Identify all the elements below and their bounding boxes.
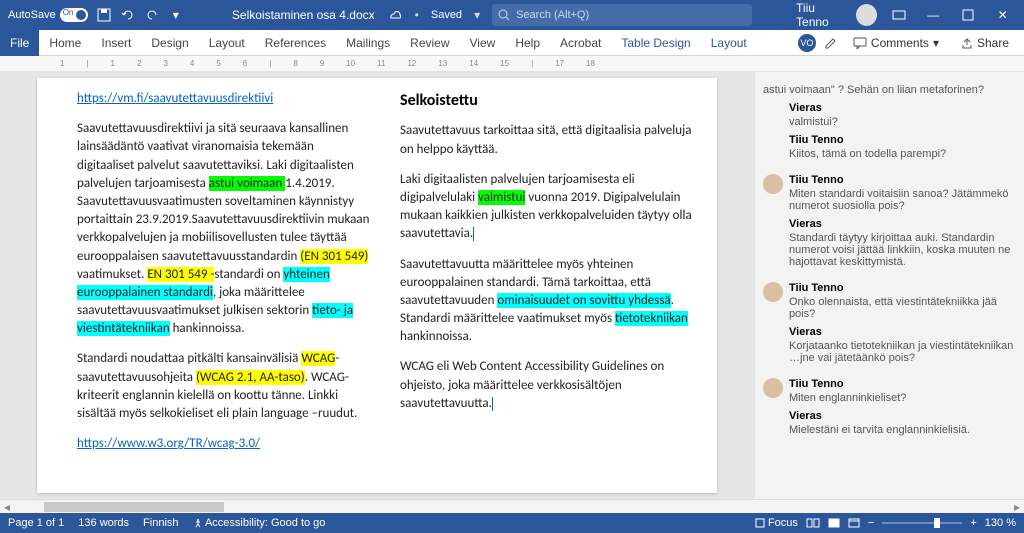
tab-layout[interactable]: Layout [199, 30, 255, 56]
save-icon[interactable] [96, 7, 112, 23]
comment-thread-2[interactable]: Tiiu Tenno Onko olennaista, että viestin… [763, 282, 1016, 364]
saved-label: Saved [431, 9, 462, 21]
left-column: https://vm.fi/saavutettavuusdirektiivi S… [77, 90, 374, 473]
share-button[interactable]: Share [954, 33, 1016, 53]
zoom-slider[interactable] [882, 522, 962, 524]
status-page[interactable]: Page 1 of 1 [8, 517, 64, 529]
view-web-icon[interactable] [848, 518, 860, 528]
scrollbar-track[interactable] [14, 502, 1010, 512]
hl-valmistui: valmistui [478, 190, 525, 205]
tab-references[interactable]: References [255, 30, 336, 56]
statusbar: Page 1 of 1 136 words Finnish Accessibil… [0, 513, 1024, 533]
autosave-toggle[interactable]: AutoSave On [8, 8, 88, 22]
vo-badge[interactable]: VO [798, 34, 816, 52]
cloud-icon [387, 7, 403, 23]
tab-help[interactable]: Help [505, 30, 550, 56]
focus-mode[interactable]: Focus [755, 517, 798, 529]
user-name[interactable]: Tiiu Tenno [796, 1, 848, 29]
ribbon: File Home Insert Design Layout Reference… [0, 30, 1024, 56]
status-lang[interactable]: Finnish [143, 517, 178, 529]
hl-en301549a: (EN 301 549) [300, 249, 368, 264]
text-caret [473, 227, 474, 241]
hl-wcag: WCAG [301, 351, 335, 366]
titlebar: AutoSave On ▾ Selkoistaminen osa 4.docx … [0, 0, 1024, 30]
tab-file[interactable]: File [0, 30, 39, 56]
page[interactable]: https://vm.fi/saavutettavuusdirektiivi S… [37, 78, 717, 493]
avatar [763, 174, 783, 194]
avatar [763, 378, 783, 398]
page-area[interactable]: https://vm.fi/saavutettavuusdirektiivi S… [0, 72, 754, 499]
zoom-in-icon[interactable]: + [970, 517, 976, 529]
hl-astui-voimaan: astui voimaan [209, 176, 285, 191]
horizontal-scrollbar[interactable]: ◂ ▸ [0, 499, 1024, 513]
redo-icon[interactable] [144, 7, 160, 23]
work-area: https://vm.fi/saavutettavuusdirektiivi S… [0, 72, 1024, 499]
close-icon[interactable]: ✕ [989, 4, 1016, 26]
tab-home[interactable]: Home [39, 30, 91, 56]
tab-review[interactable]: Review [400, 30, 459, 56]
search-icon [498, 9, 510, 21]
maximize-icon[interactable] [955, 4, 982, 26]
avatar [763, 282, 783, 302]
zoom-level[interactable]: 130 % [985, 517, 1016, 529]
autosave-label: AutoSave [8, 9, 56, 21]
text-caret-2 [492, 397, 493, 411]
hl-tietotekniikan: tietotekniikan [615, 311, 688, 326]
search-placeholder: Search (Alt+Q) [516, 9, 589, 21]
avatar[interactable] [856, 4, 877, 26]
pen-icon[interactable] [824, 36, 838, 50]
tab-mailings[interactable]: Mailings [336, 30, 400, 56]
accessibility-icon [193, 518, 203, 528]
comments-button[interactable]: Comments ▾ [846, 33, 946, 53]
comment-thread-1[interactable]: Tiiu Tenno Miten standardi voitaisiin sa… [763, 174, 1016, 268]
search-box[interactable]: Search (Alt+Q) [492, 4, 752, 26]
qat-dropdown-icon[interactable]: ▾ [168, 7, 184, 23]
tab-table-layout[interactable]: Layout [701, 30, 757, 56]
comment-thread-top[interactable]: astui voimaan" ? Sehän on liian metafori… [763, 84, 1016, 160]
zoom-out-icon[interactable]: − [868, 517, 874, 529]
status-accessibility[interactable]: Accessibility: Good to go [193, 517, 326, 529]
hl-ominaisuudet: ominaisuudet on sovittu yhdessä [497, 293, 670, 308]
ruler[interactable]: 1 | 1 2 3 4 5 6 | 8 9 10 11 12 13 14 15 … [0, 56, 1024, 72]
link-vm[interactable]: https://vm.fi/saavutettavuusdirektiivi [77, 91, 273, 106]
tab-acrobat[interactable]: Acrobat [550, 30, 611, 56]
comment-icon [853, 37, 867, 49]
heading-selkoistettu: Selkoistettu [400, 90, 697, 112]
hl-en301549b: EN 301 549 - [147, 267, 214, 282]
hl-wcag21: (WCAG 2.1, AA-taso) [196, 370, 305, 385]
view-readmode-icon[interactable] [806, 518, 820, 528]
status-words[interactable]: 136 words [78, 517, 129, 529]
comments-pane[interactable]: astui voimaan" ? Sehän on liian metafori… [754, 72, 1024, 499]
zoom-thumb[interactable] [934, 518, 940, 528]
minimize-icon[interactable]: — [920, 4, 947, 26]
tab-design[interactable]: Design [141, 30, 198, 56]
tab-view[interactable]: View [460, 30, 506, 56]
share-icon [961, 37, 973, 49]
link-w3[interactable]: https://www.w3.org/TR/wcag-3.0/ [77, 436, 260, 451]
comment-thread-3[interactable]: Tiiu Tenno Miten englanninkieliset? Vier… [763, 378, 1016, 436]
view-print-icon[interactable] [828, 518, 840, 528]
toggle-switch[interactable]: On [60, 8, 88, 22]
tab-table-design[interactable]: Table Design [611, 30, 700, 56]
undo-icon[interactable] [120, 7, 136, 23]
tab-insert[interactable]: Insert [91, 30, 141, 56]
scrollbar-thumb[interactable] [44, 502, 224, 512]
right-column: Selkoistettu Saavutettavuus tarkoittaa s… [400, 90, 697, 473]
ribbon-display-icon[interactable] [885, 4, 912, 26]
filename: Selkoistaminen osa 4.docx [232, 8, 375, 22]
